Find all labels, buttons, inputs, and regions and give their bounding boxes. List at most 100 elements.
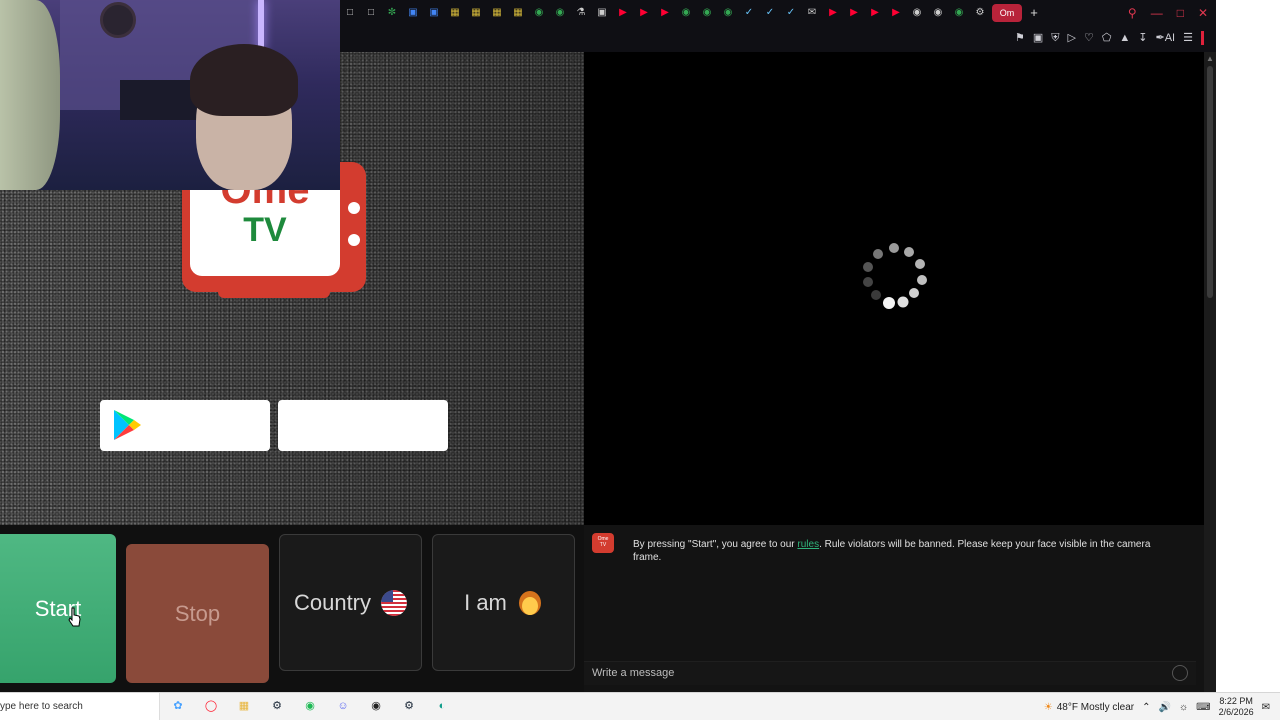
tab-notion-icon[interactable]: ▣ [593,4,611,22]
clock[interactable]: 8:22 PM 2/6/2026 [1219,696,1254,718]
lock-icon[interactable]: ▲ [1119,31,1130,45]
maximize-icon[interactable]: □ [1177,4,1184,22]
discord-icon[interactable]: ☺ [335,698,351,714]
stop-button[interactable]: Stop [126,544,269,683]
weather-icon: ☀ [1043,701,1053,713]
tab-settings-icon[interactable]: ⚙ [971,4,989,22]
emoji-icon[interactable] [1172,665,1188,681]
tab-youtube-icon[interactable]: ▶ [614,4,632,22]
app-store-button[interactable] [278,400,448,451]
obs-icon[interactable]: ◉ [368,698,384,714]
start-button[interactable]: Start [0,534,116,683]
screenshot-icon[interactable]: ▣ [1033,31,1043,45]
tab-youtube-icon[interactable]: ▶ [824,4,842,22]
tab-google-icon[interactable]: ◉ [698,4,716,22]
tab-google-icon[interactable]: ◉ [950,4,968,22]
tab-google-icon[interactable]: ◉ [530,4,548,22]
spotify-icon[interactable]: ◉ [302,698,318,714]
vpn-shield-icon[interactable]: ⛨ [1051,31,1059,45]
message-placeholder: Write a message [592,667,675,679]
tab-mail-icon[interactable]: ✉ [803,4,821,22]
clock-date: 2/6/2026 [1218,707,1254,717]
iam-button[interactable]: I am [432,534,575,671]
weather-widget[interactable]: ☀ 48°F Mostly clear [1044,702,1134,713]
stop-label: Stop [174,600,221,626]
tab-google-icon[interactable]: ◉ [719,4,737,22]
plus-icon: + [1030,5,1038,20]
tab-steam-icon[interactable]: ✓ [740,4,758,22]
notice-text-start: By pressing "Start", you agree to our [633,539,798,550]
tab-bookmark-icon[interactable]: ▦ [467,4,485,22]
tab-page-icon[interactable]: □ [341,4,359,22]
scroll-thumb[interactable] [1207,66,1213,298]
tab-page-icon[interactable]: ▣ [425,4,443,22]
tab-chrome-icon[interactable]: ◉ [929,4,947,22]
volume-icon[interactable]: 🔊 [1159,702,1171,713]
tab-youtube-icon[interactable]: ▶ [656,4,674,22]
tab-chatgpt-icon[interactable]: ✼ [383,4,401,22]
keyboard-icon[interactable]: ⌨ [1196,702,1210,713]
weather-text: 48°F Mostly clear [1056,701,1135,713]
chat-panel: Ome TV By pressing "Start", you agree to … [584,525,1196,692]
edge-icon[interactable]: ◐ [434,698,450,714]
tab-steam-icon[interactable]: ✓ [761,4,779,22]
person-hair [190,44,298,116]
steam-icon[interactable]: ⚙ [269,698,285,714]
us-flag-icon [381,589,408,616]
page-scrollbar[interactable]: ▲ [1204,52,1216,692]
taskbar-search[interactable]: ype here to search [0,693,160,720]
tray-chevron-icon[interactable]: ⌃ [1142,702,1150,713]
tab-youtube-icon[interactable]: ▶ [866,4,884,22]
ai-label: AI [1164,32,1176,44]
bookmark-icon[interactable]: ⚑ [1015,31,1025,45]
tab-bookmark-icon[interactable]: ▦ [488,4,506,22]
tab-page-icon[interactable]: □ [362,4,380,22]
logo-text-tv: TV [243,211,287,249]
play-icon[interactable]: ▷ [1067,31,1075,45]
tab-google-icon[interactable]: ◉ [677,4,695,22]
sidebar-accent-bar [1201,31,1204,45]
tab-steam-icon[interactable]: ✓ [782,4,800,22]
download-icon[interactable]: ↧ [1138,31,1147,45]
tab-steam-store-icon[interactable]: ⚗ [572,4,590,22]
file-explorer-icon[interactable]: ▦ [236,698,252,714]
heart-icon[interactable]: ♡ [1084,31,1094,45]
steam-icon[interactable]: ⚙ [401,698,417,714]
copilot-icon[interactable]: ✿ [170,698,186,714]
search-tabs-icon[interactable]: ⚲ [1128,4,1137,22]
rules-notice: By pressing "Start", you agree to our ru… [633,538,1153,564]
country-button[interactable]: Country [279,534,422,671]
tab-youtube-icon[interactable]: ▶ [635,4,653,22]
minimize-icon[interactable]: — [1151,4,1163,22]
google-play-button[interactable] [100,400,270,451]
iam-label: I am [464,589,507,615]
menu-icon[interactable]: ☰ [1183,31,1193,45]
country-label: Country [293,589,372,615]
notifications-icon[interactable]: ✉ [1262,702,1270,713]
logo-knob [348,234,360,246]
ai-button[interactable]: ✒AI [1156,31,1176,45]
tab-strip: □ □ ✼ ▣ ▣ ▦ ▦ ▦ ▦ ◉ ◉ ⚗ ▣ ▶ ▶ ▶ ◉ ◉ ◉ ✓ … [341,4,1043,22]
google-play-icon [114,410,141,440]
logo-knob [348,202,360,214]
new-tab-button[interactable]: + [1025,4,1043,22]
rules-link[interactable]: rules [797,539,819,550]
dartboard [100,2,136,38]
tab-youtube-icon[interactable]: ▶ [887,4,905,22]
tab-page-icon[interactable]: ▣ [404,4,422,22]
message-input[interactable]: Write a message [584,661,1196,685]
tab-bookmark-icon[interactable]: ▦ [446,4,464,22]
tab-chrome-icon[interactable]: ◉ [908,4,926,22]
extensions-icon[interactable]: ⬠ [1102,31,1112,45]
loading-spinner-icon [863,243,927,309]
clock-time: 8:22 PM [1219,696,1253,706]
window-controls: ⚲ — □ ✕ [1128,4,1208,22]
tab-google-icon[interactable]: ◉ [551,4,569,22]
tab-youtube-icon[interactable]: ▶ [845,4,863,22]
network-icon[interactable]: ☼ [1179,702,1188,713]
tab-active-ometv[interactable]: Om [992,4,1022,22]
opera-icon[interactable]: ◯ [203,698,219,714]
close-icon[interactable]: ✕ [1198,4,1208,22]
tab-bookmark-icon[interactable]: ▦ [509,4,527,22]
scroll-up-icon[interactable]: ▲ [1206,54,1214,63]
